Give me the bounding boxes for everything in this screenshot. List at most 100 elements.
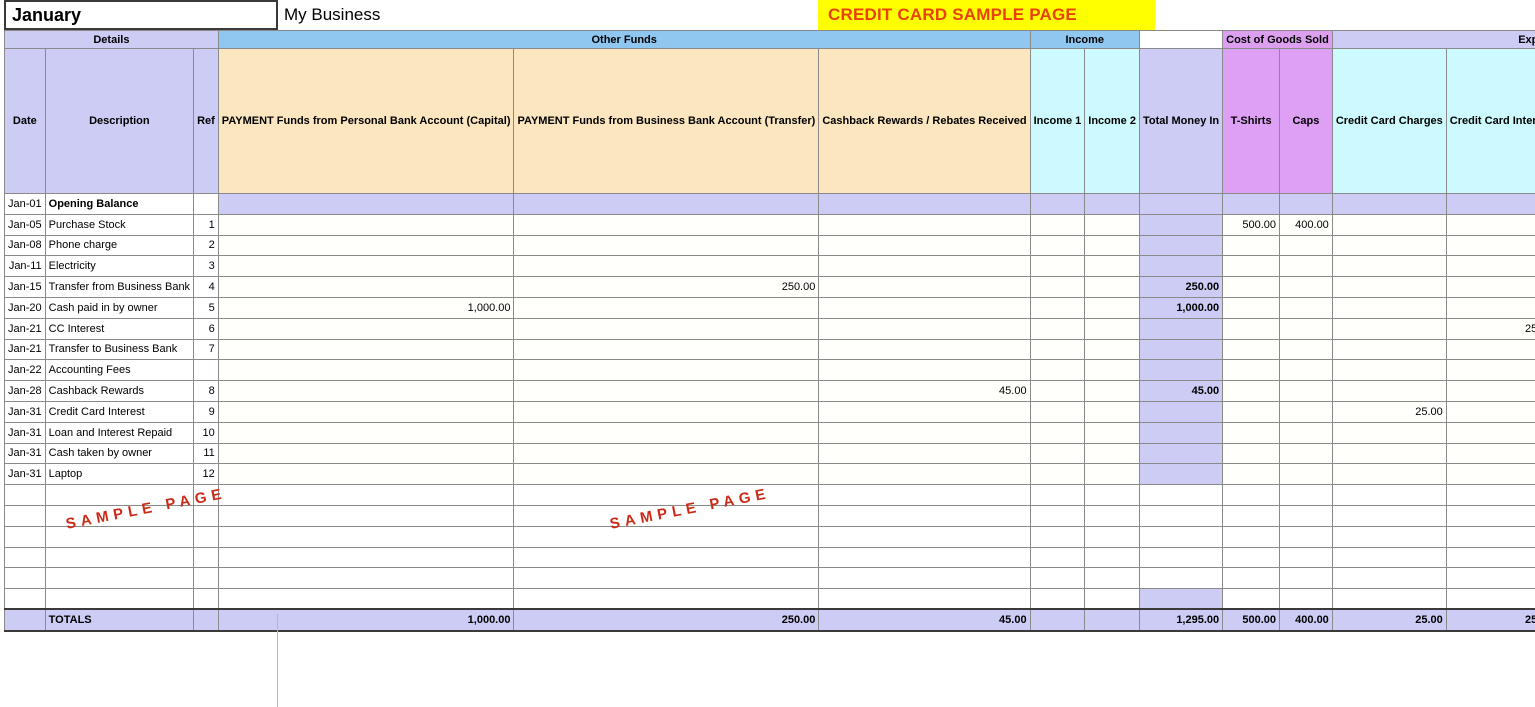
cell-tshirts[interactable]: [1222, 484, 1281, 506]
cell-caps[interactable]: [1279, 359, 1333, 382]
cell-ref[interactable]: 12: [193, 463, 219, 486]
cell-tshirts[interactable]: [1222, 276, 1281, 298]
cell-totalin[interactable]: [1138, 546, 1224, 569]
cell-cccharge[interactable]: [1331, 317, 1447, 340]
cell-totalin[interactable]: [1138, 255, 1224, 278]
cell-desc[interactable]: Cashback Rewards: [44, 380, 195, 402]
cell-totalin[interactable]: 250.00: [1138, 276, 1224, 298]
cell-inc2[interactable]: [1084, 296, 1140, 319]
cell-desc[interactable]: [44, 567, 195, 590]
cell-caps[interactable]: [1279, 525, 1333, 548]
cell-caps[interactable]: [1279, 338, 1333, 361]
cell-inc2[interactable]: [1084, 317, 1140, 340]
cell-tshirts[interactable]: [1222, 546, 1281, 569]
cell-desc[interactable]: [44, 484, 195, 506]
cell-cashback[interactable]: [818, 588, 1031, 610]
cell-totalin[interactable]: [1138, 421, 1224, 444]
cell-ref[interactable]: 7: [193, 338, 219, 361]
cell-ccint[interactable]: [1445, 276, 1535, 298]
cell-tshirts[interactable]: [1222, 567, 1281, 590]
cell-date[interactable]: Jan-31: [4, 400, 46, 423]
cell-date[interactable]: Jan-28: [4, 380, 46, 402]
cell-desc[interactable]: Transfer from Business Bank: [44, 276, 195, 298]
cell-inc2[interactable]: [1084, 400, 1140, 423]
cell-cap[interactable]: [217, 546, 515, 569]
cell-xfer[interactable]: [513, 255, 820, 278]
cell-desc[interactable]: [44, 546, 195, 569]
cell-cap[interactable]: [217, 338, 515, 361]
cell-desc[interactable]: Loan and Interest Repaid: [44, 421, 195, 444]
cell-desc[interactable]: Cash taken by owner: [44, 442, 195, 465]
cell-cap[interactable]: [217, 442, 515, 465]
cell-tshirts[interactable]: [1222, 588, 1281, 610]
cell-caps[interactable]: [1279, 588, 1333, 610]
cell-tshirts[interactable]: [1222, 380, 1281, 402]
cell-cashback[interactable]: [818, 234, 1031, 257]
cell-cccharge[interactable]: [1331, 296, 1447, 319]
cell-ccint[interactable]: [1445, 193, 1535, 215]
cell-cccharge[interactable]: [1331, 338, 1447, 361]
cell-caps[interactable]: [1279, 442, 1333, 465]
cell-cap[interactable]: [217, 317, 515, 340]
cell-date[interactable]: Jan-15: [4, 276, 46, 298]
cell-cashback[interactable]: [818, 484, 1031, 506]
cell-desc[interactable]: Phone charge: [44, 234, 195, 257]
cell-desc[interactable]: CC Interest: [44, 317, 195, 340]
cell-ref[interactable]: 8: [193, 380, 219, 402]
cell-desc[interactable]: Laptop: [44, 463, 195, 486]
cell-tshirts[interactable]: [1222, 317, 1281, 340]
cell-inc1[interactable]: [1029, 484, 1086, 506]
cell-xfer[interactable]: [513, 504, 820, 527]
cell-date[interactable]: Jan-31: [4, 421, 46, 444]
cell-xfer[interactable]: [513, 567, 820, 590]
cell-date[interactable]: [4, 546, 46, 569]
cell-cashback[interactable]: [818, 193, 1031, 215]
month-cell[interactable]: January: [4, 0, 278, 30]
cell-caps[interactable]: [1279, 421, 1333, 444]
cell-desc[interactable]: Purchase Stock: [44, 213, 195, 236]
cell-inc1[interactable]: [1029, 421, 1086, 444]
cell-totalin[interactable]: [1138, 317, 1224, 340]
cell-cccharge[interactable]: [1331, 276, 1447, 298]
cell-totalin[interactable]: 45.00: [1138, 380, 1224, 402]
cell-date[interactable]: Jan-08: [4, 234, 46, 257]
cell-tshirts[interactable]: [1222, 400, 1281, 423]
cell-ref[interactable]: 3: [193, 255, 219, 278]
cell-ccint[interactable]: [1445, 525, 1535, 548]
cell-inc2[interactable]: [1084, 234, 1140, 257]
cell-inc2[interactable]: [1084, 421, 1140, 444]
cell-cashback[interactable]: [818, 525, 1031, 548]
cell-desc[interactable]: [44, 525, 195, 548]
cell-date[interactable]: Jan-31: [4, 463, 46, 486]
cell-caps[interactable]: [1279, 255, 1333, 278]
cell-cap[interactable]: [217, 380, 515, 402]
cell-date[interactable]: Jan-20: [4, 296, 46, 319]
cell-cashback[interactable]: 45.00: [818, 380, 1031, 402]
cell-cap[interactable]: [217, 463, 515, 486]
cell-caps[interactable]: [1279, 400, 1333, 423]
cell-desc[interactable]: Accounting Fees: [44, 359, 195, 382]
cell-ref[interactable]: 4: [193, 276, 219, 298]
cell-xfer[interactable]: [513, 421, 820, 444]
cell-caps[interactable]: [1279, 234, 1333, 257]
cell-tshirts[interactable]: [1222, 359, 1281, 382]
cell-cccharge[interactable]: [1331, 234, 1447, 257]
cell-inc1[interactable]: [1029, 338, 1086, 361]
cell-totalin[interactable]: [1138, 463, 1224, 486]
cell-tshirts[interactable]: 500.00: [1222, 213, 1281, 236]
cell-cap[interactable]: [217, 193, 515, 215]
cell-inc2[interactable]: [1084, 359, 1140, 382]
cell-tshirts[interactable]: [1222, 193, 1281, 215]
cell-inc2[interactable]: [1084, 338, 1140, 361]
cell-inc1[interactable]: [1029, 234, 1086, 257]
cell-cashback[interactable]: [818, 213, 1031, 236]
cell-date[interactable]: Jan-05: [4, 213, 46, 236]
cell-ref[interactable]: 11: [193, 442, 219, 465]
cell-inc2[interactable]: [1084, 546, 1140, 569]
cell-ccint[interactable]: [1445, 421, 1535, 444]
cell-cccharge[interactable]: [1331, 588, 1447, 610]
cell-ccint[interactable]: [1445, 567, 1535, 590]
cell-inc2[interactable]: [1084, 213, 1140, 236]
cell-caps[interactable]: [1279, 463, 1333, 486]
cell-xfer[interactable]: [513, 193, 820, 215]
